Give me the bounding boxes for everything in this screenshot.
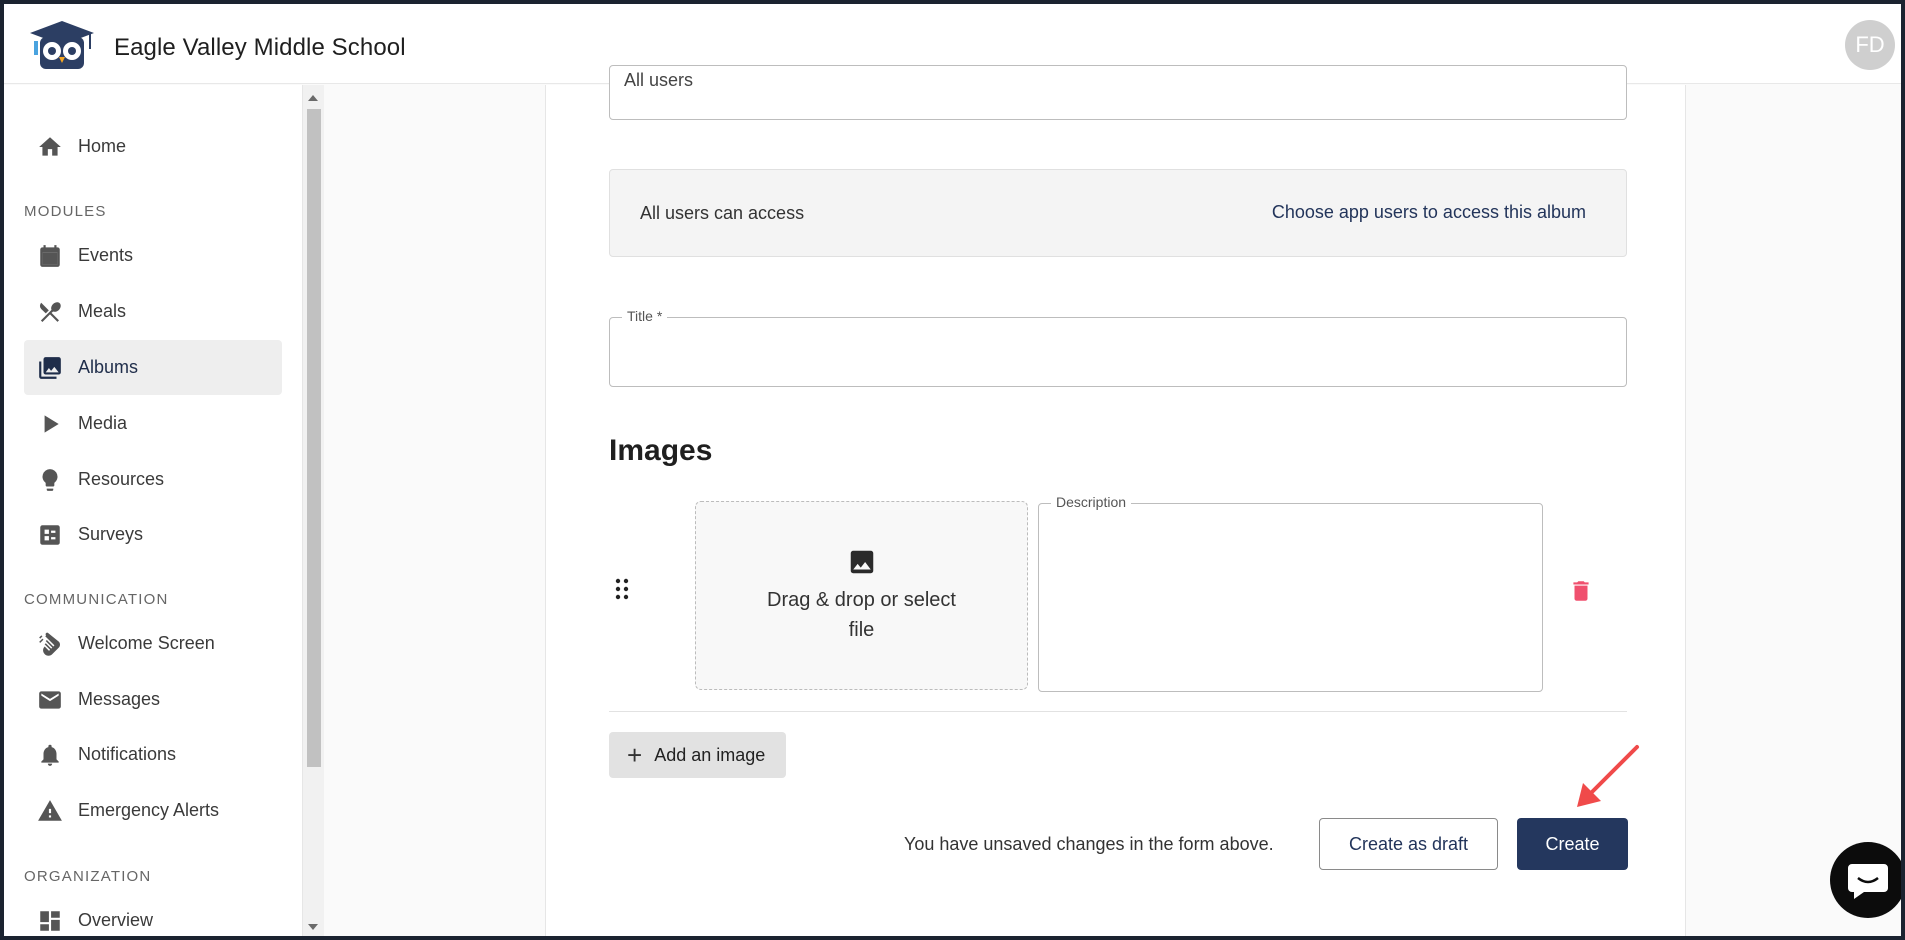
sidebar-item-label: Albums — [78, 357, 139, 377]
sidebar-item-label: Events — [78, 245, 134, 265]
sidebar-item-resources[interactable]: Resources — [24, 452, 282, 507]
add-image-button[interactable]: + Add an image — [609, 732, 786, 778]
access-select-field[interactable]: All users — [609, 65, 1627, 120]
sidebar-item-notifications[interactable]: Notifications — [24, 727, 282, 782]
sidebar-item-label: Media — [78, 413, 128, 433]
section-label-modules: MODULES — [24, 203, 107, 220]
drag-handle-icon[interactable] — [614, 578, 630, 600]
access-text: All users can access — [640, 203, 805, 223]
description-textarea[interactable]: Description — [1038, 494, 1543, 692]
dropzone-text: Drag & drop or select file — [767, 588, 956, 641]
sidebar-item-meals[interactable]: Meals — [24, 284, 282, 339]
photo-library-icon — [36, 354, 64, 382]
play-icon — [36, 410, 64, 438]
album-form-card: All users All users can access Choose ap… — [545, 65, 1686, 936]
sidebar-item-events[interactable]: Events — [24, 228, 282, 283]
lightbulb-icon — [36, 466, 64, 494]
annotation-arrow-icon — [1577, 745, 1639, 807]
plus-icon: + — [627, 740, 643, 770]
sidebar-item-home[interactable]: Home — [24, 119, 282, 174]
mail-icon — [36, 686, 64, 714]
delete-image-icon[interactable] — [1568, 577, 1594, 605]
chat-icon — [1848, 864, 1888, 899]
sidebar-item-label: Welcome Screen — [78, 633, 215, 653]
create-button[interactable]: Create — [1517, 818, 1628, 870]
title-input[interactable]: Title * — [609, 308, 1627, 387]
unsaved-changes-text: You have unsaved changes in the form abo… — [904, 834, 1274, 854]
add-image-label: Add an image — [654, 744, 766, 765]
calendar-icon — [36, 242, 64, 270]
section-label-organization: ORGANIZATION — [24, 868, 152, 885]
app-window: Eagle Valley Middle School FD Home MODUL… — [4, 4, 1901, 936]
access-select-value: All users — [624, 70, 694, 90]
scroll-down-arrow[interactable] — [308, 924, 318, 930]
dashboard-icon — [36, 907, 64, 935]
divider — [609, 711, 1627, 712]
image-icon — [850, 550, 873, 573]
user-avatar[interactable]: FD — [1845, 20, 1895, 70]
sidebar-item-label: Meals — [78, 301, 127, 321]
create-as-draft-button[interactable]: Create as draft — [1319, 818, 1498, 870]
sidebar-item-label: Overview — [78, 910, 154, 930]
school-name: Eagle Valley Middle School — [114, 34, 406, 61]
sidebar-scrollbar[interactable] — [302, 85, 324, 936]
sidebar: Home MODULES Events Meals Albums Media R… — [4, 85, 302, 936]
chat-widget-button[interactable] — [1830, 842, 1901, 918]
sidebar-item-media[interactable]: Media — [24, 396, 282, 451]
sidebar-item-welcome-screen[interactable]: Welcome Screen — [24, 616, 282, 671]
sidebar-item-emergency-alerts[interactable]: Emergency Alerts — [24, 783, 282, 838]
scroll-thumb[interactable] — [307, 109, 321, 767]
sidebar-item-label: Emergency Alerts — [78, 800, 220, 820]
sidebar-item-surveys[interactable]: Surveys — [24, 507, 282, 562]
sidebar-item-albums[interactable]: Albums — [24, 340, 282, 395]
sidebar-item-messages[interactable]: Messages — [24, 672, 282, 727]
choose-users-link[interactable]: Choose app users to access this album — [1272, 202, 1586, 223]
description-label: Description — [1051, 494, 1132, 510]
bell-icon — [36, 741, 64, 769]
sidebar-item-label: Home — [78, 136, 127, 156]
warning-icon — [36, 797, 64, 825]
scroll-up-arrow[interactable] — [308, 95, 318, 101]
sidebar-item-overview[interactable]: Overview — [24, 893, 282, 936]
sidebar-item-label: Notifications — [78, 744, 177, 764]
access-panel: All users can access Choose app users to… — [609, 169, 1627, 257]
waving-hand-icon — [36, 630, 64, 658]
image-dropzone[interactable]: Drag & drop or select file — [695, 501, 1028, 690]
school-owl-logo — [30, 21, 94, 69]
utensils-icon — [36, 298, 64, 326]
section-label-communication: COMMUNICATION — [24, 591, 169, 608]
home-icon — [36, 133, 64, 161]
title-label: Title * — [622, 308, 668, 324]
survey-icon — [36, 521, 64, 549]
sidebar-item-label: Surveys — [78, 524, 144, 544]
images-heading: Images — [609, 434, 713, 467]
sidebar-item-label: Messages — [78, 689, 161, 709]
sidebar-item-label: Resources — [78, 469, 165, 489]
